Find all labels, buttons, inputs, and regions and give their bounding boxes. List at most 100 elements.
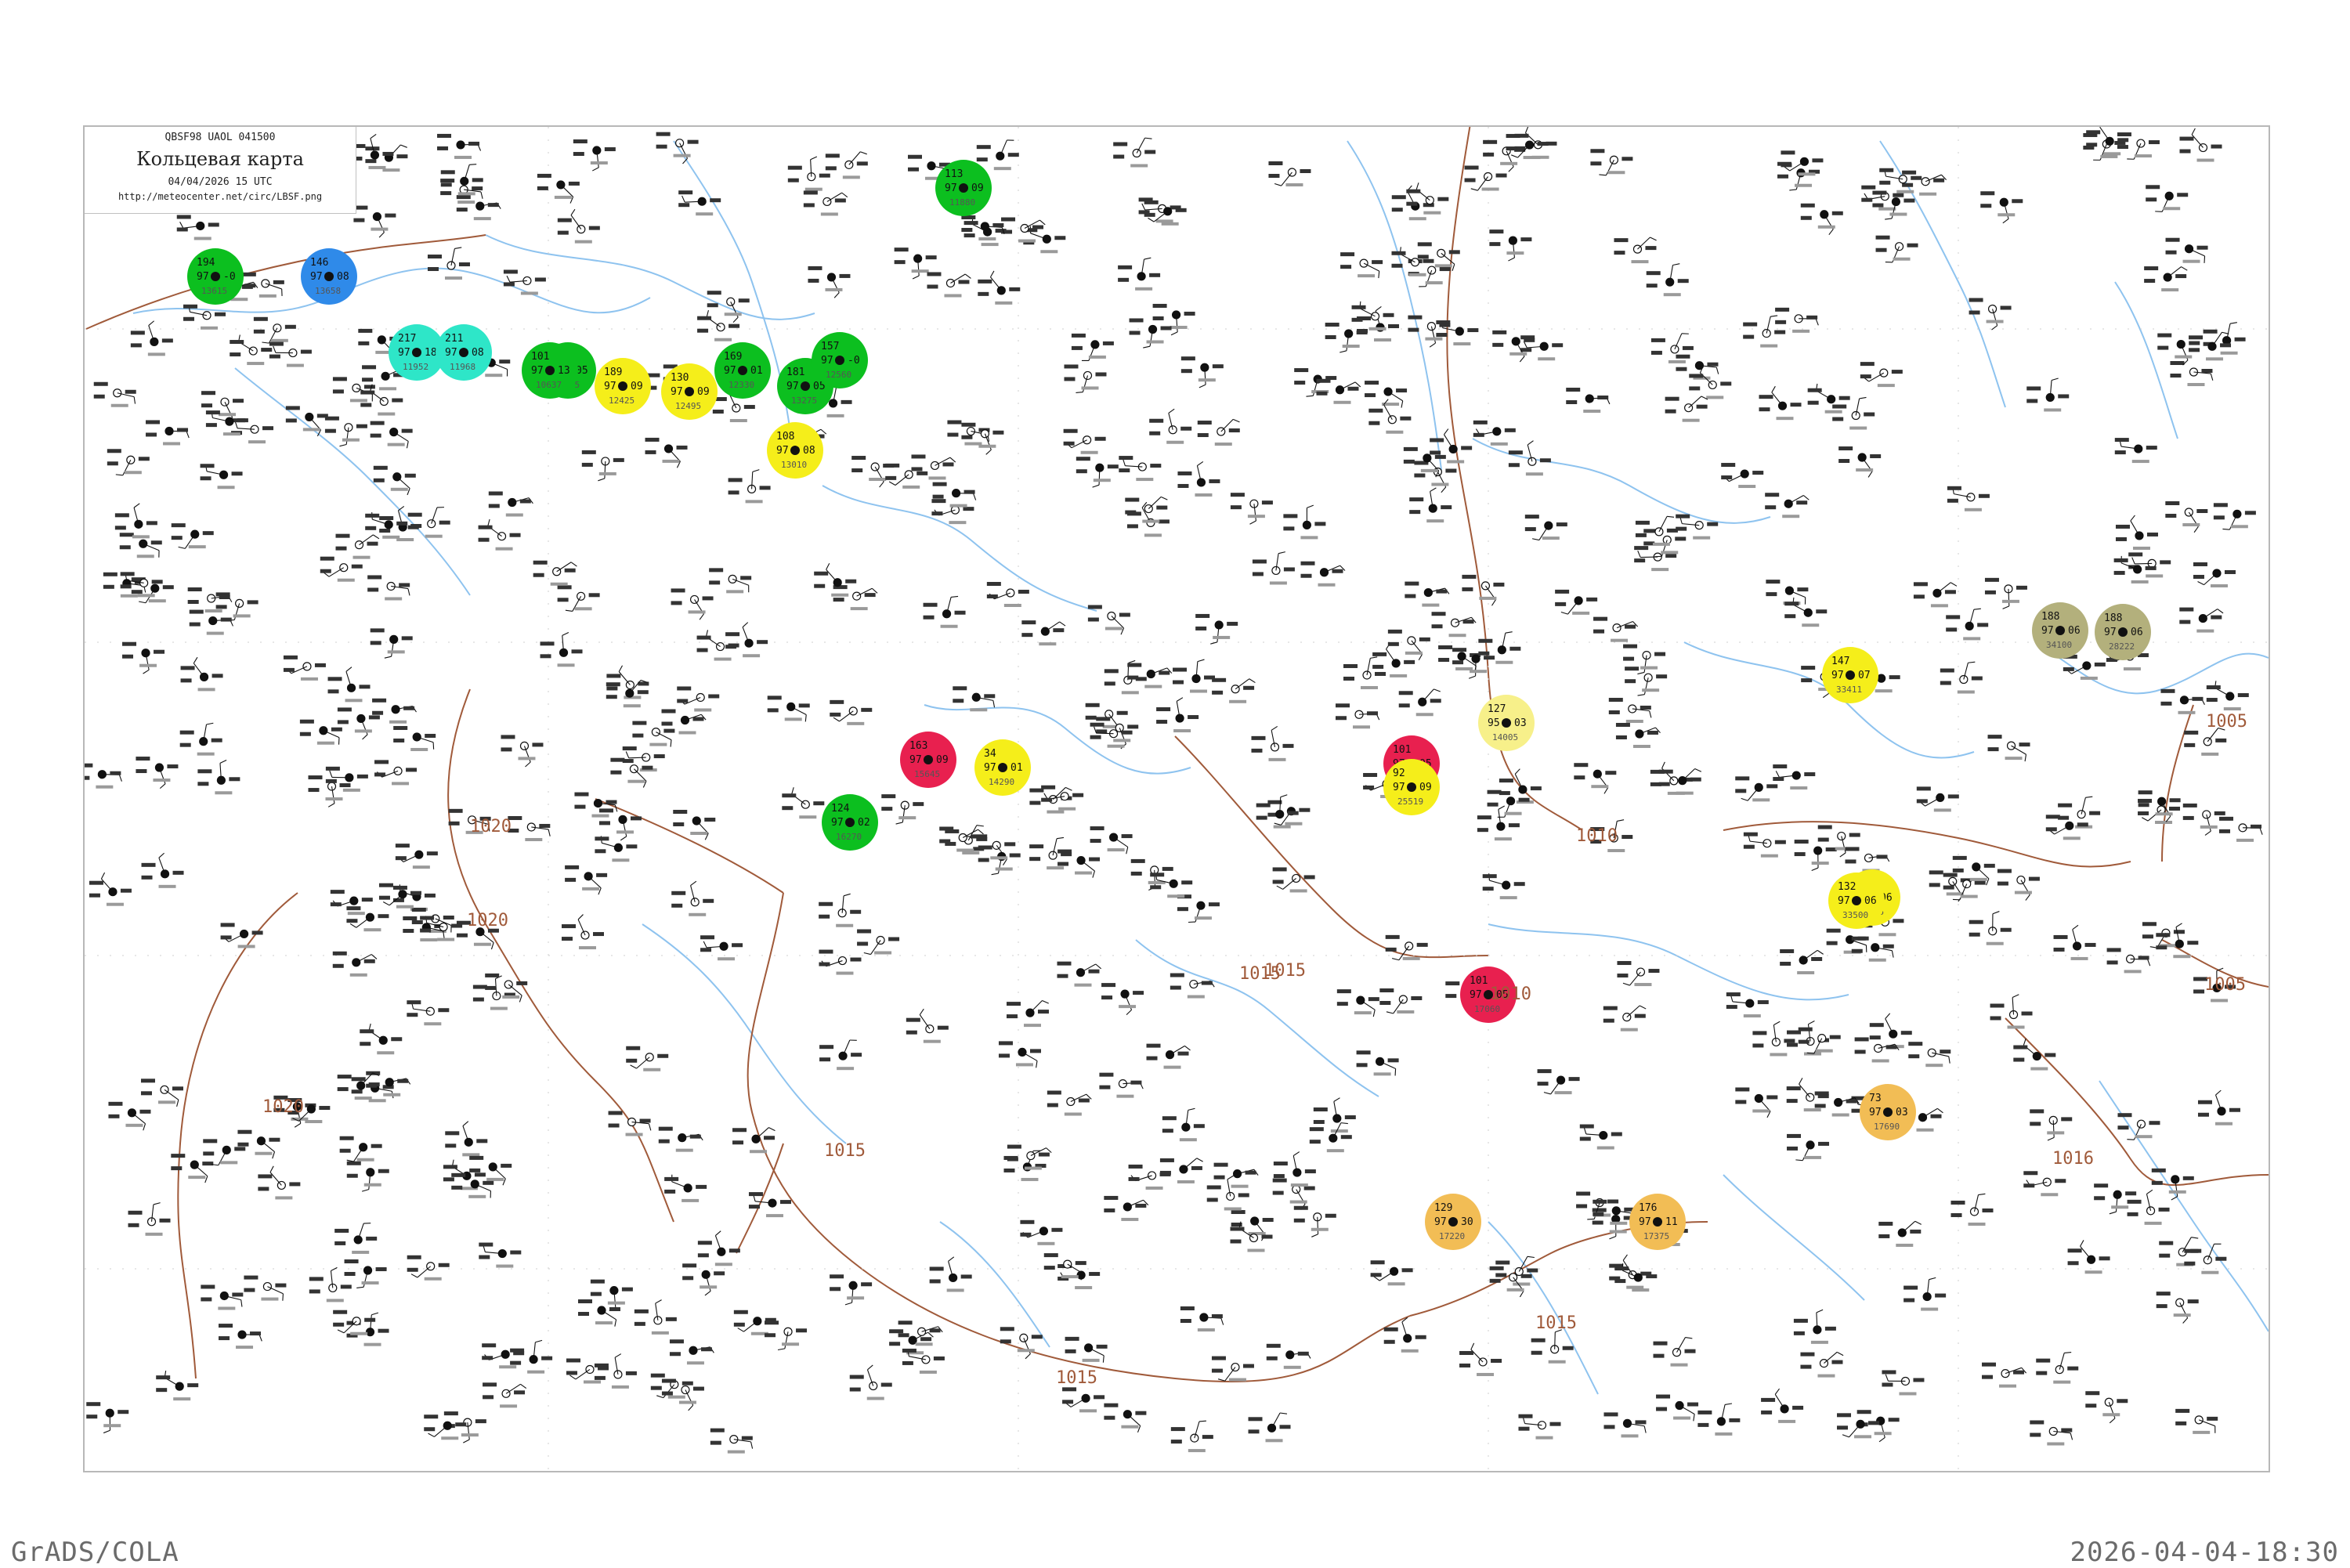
station-figure-mark bbox=[352, 1089, 363, 1093]
station-figure-mark bbox=[1929, 883, 1940, 887]
station-figure-mark bbox=[441, 182, 452, 186]
station-figure-mark bbox=[2019, 742, 2030, 746]
station-plot-marker bbox=[768, 695, 810, 721]
station-figure-mark bbox=[1616, 735, 1627, 739]
station-plot-marker bbox=[2193, 562, 2236, 587]
station-figure-mark bbox=[2063, 667, 2074, 671]
station-id-mark bbox=[410, 748, 428, 751]
station-figure-mark bbox=[2115, 450, 2126, 454]
station-figure-mark bbox=[482, 1343, 496, 1347]
wind-barb-feather bbox=[2191, 1237, 2198, 1238]
station-figure-mark bbox=[1127, 724, 1138, 728]
station-id-mark bbox=[1896, 190, 1914, 193]
station-id-mark bbox=[2155, 821, 2172, 824]
station-figure-mark bbox=[1787, 1147, 1798, 1151]
station-id-mark bbox=[261, 1298, 278, 1301]
wind-barb bbox=[164, 1089, 179, 1100]
station-figure-mark bbox=[483, 1181, 494, 1185]
station-figure-mark bbox=[1495, 1274, 1506, 1277]
station-id: 15645 bbox=[914, 769, 940, 779]
station-id-mark bbox=[474, 217, 491, 220]
station-figure-mark bbox=[924, 616, 935, 620]
station-figure-mark bbox=[261, 348, 272, 352]
station-figure-mark bbox=[1432, 624, 1443, 628]
station-figure-mark bbox=[362, 378, 373, 381]
station-figure-mark bbox=[1153, 316, 1164, 320]
station-figure-mark bbox=[1418, 255, 1429, 258]
wind-barb-feather bbox=[1829, 229, 1833, 235]
station-figure-mark bbox=[1607, 1200, 1618, 1204]
station-figure-mark bbox=[1982, 1363, 1996, 1367]
station-figure-mark bbox=[2116, 537, 2127, 541]
station-figure-mark bbox=[1617, 974, 1628, 977]
station-figure-mark bbox=[1365, 393, 1376, 397]
station-figure-mark bbox=[1065, 1349, 1076, 1353]
wind-barb-feather bbox=[913, 276, 919, 279]
station-figure-mark bbox=[378, 914, 389, 918]
station-figure-mark bbox=[1985, 578, 1999, 582]
wind-barb-feather bbox=[1812, 868, 1818, 870]
station-figure-mark bbox=[930, 1328, 941, 1332]
station-plot-marker bbox=[1001, 218, 1045, 243]
wind-barb-feather bbox=[896, 822, 903, 824]
station-figure-mark bbox=[2179, 620, 2190, 624]
station-id-mark bbox=[2146, 574, 2163, 577]
station-id-mark bbox=[223, 432, 240, 435]
station-figure-mark bbox=[593, 932, 604, 936]
wind-barb-feather bbox=[1469, 676, 1475, 678]
station-figure-mark bbox=[589, 593, 600, 597]
station-id-mark bbox=[1229, 1378, 1246, 1382]
station-id-mark bbox=[1353, 725, 1370, 728]
station-figure-mark bbox=[1405, 582, 1419, 586]
station-plot-marker bbox=[1273, 867, 1315, 892]
highlighted-station: 189970912425 bbox=[595, 358, 651, 414]
station-figure-mark bbox=[406, 768, 417, 771]
station-figure-mark bbox=[1625, 667, 1639, 670]
station-figure-mark bbox=[1021, 633, 1032, 637]
station-figure-mark bbox=[709, 568, 723, 572]
station-id-mark bbox=[2100, 155, 2117, 158]
station-figure-mark bbox=[2117, 1113, 2131, 1117]
station-figure-mark bbox=[367, 587, 378, 591]
wind-barb-feather bbox=[160, 784, 165, 789]
station-figure-mark bbox=[1908, 1042, 1922, 1046]
source-url-link[interactable]: http://meteocenter.net/circ/LBSF.png bbox=[85, 191, 356, 202]
station-figure-mark bbox=[183, 305, 197, 309]
station-id-mark bbox=[1889, 213, 1907, 216]
station-dot bbox=[738, 366, 747, 375]
station-figure-mark bbox=[1198, 433, 1209, 437]
station-plot-marker bbox=[347, 1313, 389, 1346]
station-figure-mark bbox=[171, 1166, 182, 1170]
station-dot bbox=[1407, 782, 1416, 792]
station-plot-marker bbox=[183, 305, 226, 330]
station-figure-mark bbox=[2238, 693, 2249, 697]
wind-barb bbox=[2100, 127, 2110, 141]
station-plot-marker bbox=[284, 656, 326, 681]
station-id: 10637 bbox=[536, 380, 562, 390]
station-tendency: 09 bbox=[631, 381, 643, 392]
station-id-mark bbox=[189, 545, 206, 548]
station-figure-mark bbox=[1430, 438, 1444, 442]
station-id-mark bbox=[1213, 636, 1230, 639]
station-figure-mark bbox=[1556, 522, 1567, 526]
station-figure-mark bbox=[408, 513, 422, 517]
station-figure-mark bbox=[700, 935, 714, 939]
station-figure-mark bbox=[160, 1219, 171, 1223]
wind-barb-feather bbox=[1993, 912, 1999, 914]
wind-barb bbox=[101, 879, 113, 892]
wind-barb-feather bbox=[1784, 167, 1790, 171]
station-id-mark bbox=[2206, 357, 2223, 360]
station-figure-mark bbox=[1430, 699, 1441, 703]
station-figure-mark bbox=[121, 889, 132, 893]
station-plot-marker bbox=[1477, 806, 1520, 840]
station-figure-mark bbox=[1646, 1274, 1657, 1278]
station-figure-mark bbox=[961, 435, 972, 439]
station-figure-mark bbox=[1775, 840, 1786, 844]
station-id-mark bbox=[207, 632, 224, 635]
station-figure-mark bbox=[326, 767, 340, 771]
station-figure-mark bbox=[955, 611, 966, 615]
station-figure-mark bbox=[1231, 493, 1245, 497]
station-id-mark bbox=[1311, 1228, 1329, 1231]
station-plot-marker bbox=[219, 1324, 262, 1349]
station-figure-mark bbox=[1423, 259, 1434, 263]
